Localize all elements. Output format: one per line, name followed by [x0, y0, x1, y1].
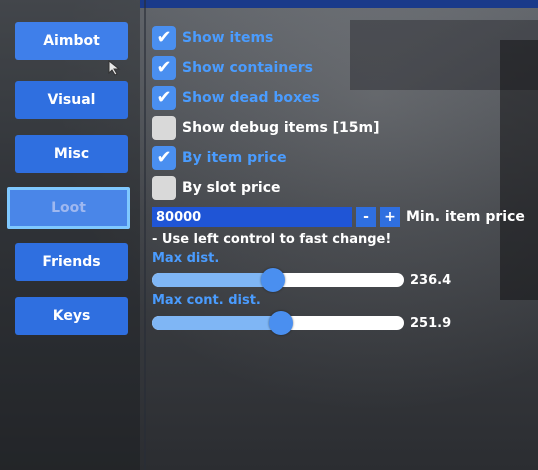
option-label: Show debug items [15m]	[182, 120, 380, 136]
background-wall	[350, 20, 538, 90]
checkbox-show-dead-boxes[interactable]: ✔	[152, 86, 176, 110]
min-price-row: - + Min. item price	[152, 206, 525, 228]
background-pillar	[500, 40, 538, 300]
min-price-label: Min. item price	[406, 209, 525, 225]
check-icon: ✔	[156, 147, 172, 168]
check-icon: ✔	[156, 87, 172, 108]
option-show-debug-items[interactable]: Show debug items [15m]	[152, 116, 380, 140]
title-strip	[140, 0, 538, 8]
sidebar-item-aimbot[interactable]: Aimbot	[15, 22, 128, 60]
option-show-containers[interactable]: ✔ Show containers	[152, 56, 313, 80]
price-increment-button[interactable]: +	[380, 207, 400, 227]
checkbox-show-items[interactable]: ✔	[152, 26, 176, 50]
checkbox-show-debug-items[interactable]	[152, 116, 176, 140]
option-by-item-price[interactable]: ✔ By item price	[152, 146, 287, 170]
max-cont-dist-label: Max cont. dist.	[152, 293, 261, 308]
slider-fill	[152, 273, 273, 287]
option-label: Show containers	[182, 60, 313, 76]
option-label: By item price	[182, 150, 287, 166]
option-show-dead-boxes[interactable]: ✔ Show dead boxes	[152, 86, 320, 110]
sidebar-item-misc[interactable]: Misc	[15, 135, 128, 173]
sidebar-item-visual[interactable]: Visual	[15, 81, 128, 119]
cursor-icon	[108, 60, 121, 76]
slider-thumb[interactable]	[268, 311, 293, 335]
panel-divider	[144, 0, 146, 470]
max-dist-label: Max dist.	[152, 251, 220, 266]
checkbox-by-slot-price[interactable]	[152, 176, 176, 200]
option-label: By slot price	[182, 180, 281, 196]
option-show-items[interactable]: ✔ Show items	[152, 26, 273, 50]
fast-change-hint: - Use left control to fast change!	[152, 232, 392, 247]
option-label: Show dead boxes	[182, 90, 320, 106]
checkbox-by-item-price[interactable]: ✔	[152, 146, 176, 170]
option-by-slot-price[interactable]: By slot price	[152, 176, 281, 200]
sidebar-item-friends[interactable]: Friends	[15, 243, 128, 281]
max-dist-value: 236.4	[410, 273, 452, 288]
slider-fill	[152, 316, 281, 330]
max-dist-slider[interactable]	[152, 268, 404, 292]
check-icon: ✔	[156, 57, 172, 78]
sidebar-item-keys[interactable]: Keys	[15, 297, 128, 335]
price-decrement-button[interactable]: -	[356, 207, 376, 227]
checkbox-show-containers[interactable]: ✔	[152, 56, 176, 80]
max-cont-dist-slider[interactable]	[152, 311, 404, 335]
check-icon: ✔	[156, 27, 172, 48]
max-cont-dist-value: 251.9	[410, 316, 452, 331]
min-price-input[interactable]	[152, 207, 352, 227]
sidebar-item-loot[interactable]: Loot	[7, 187, 130, 229]
option-label: Show items	[182, 30, 274, 46]
slider-thumb[interactable]	[260, 268, 285, 292]
